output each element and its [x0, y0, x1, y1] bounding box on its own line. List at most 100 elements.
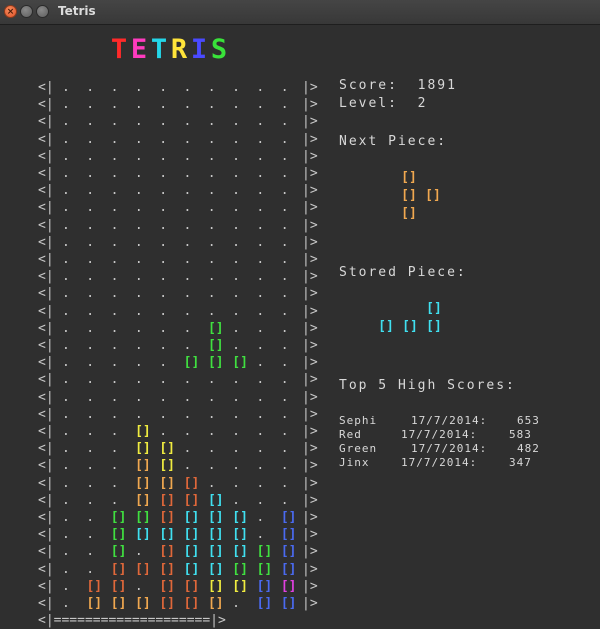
- board-block-cell: []: [159, 441, 176, 457]
- board-left-edge: <|: [38, 80, 54, 95]
- board-empty-cell: .: [280, 80, 289, 95]
- board-empty-cell: .: [207, 217, 216, 233]
- board-empty-cell: .: [256, 475, 265, 491]
- board-empty-cell: .: [256, 252, 265, 267]
- board-empty-cell: .: [207, 200, 216, 216]
- board-left-edge: <|: [38, 217, 54, 233]
- board-empty-cell: .: [86, 131, 95, 147]
- board-empty-cell: .: [280, 131, 289, 147]
- board-empty-cell: .: [280, 338, 289, 353]
- board-left-edge: <|: [38, 441, 54, 457]
- board-empty-cell: .: [256, 166, 265, 181]
- board-empty-cell: .: [86, 424, 95, 439]
- board-block-cell: []: [207, 492, 224, 508]
- board-empty-cell: .: [110, 80, 119, 95]
- board-block-cell: []: [183, 475, 200, 491]
- board-empty-cell: .: [86, 389, 95, 405]
- board-right-edge: |>: [302, 578, 318, 594]
- board-empty-cell: .: [207, 286, 216, 302]
- board-empty-cell: .: [280, 286, 289, 302]
- board-block-cell: []: [159, 458, 176, 474]
- board-left-edge: <|: [38, 338, 54, 353]
- board-empty-cell: .: [62, 510, 70, 525]
- maximize-icon[interactable]: [36, 5, 49, 18]
- board-empty-cell: .: [134, 200, 143, 216]
- board-empty-cell: .: [256, 286, 265, 302]
- board-empty-cell: .: [280, 355, 289, 371]
- level-value: 2: [417, 96, 428, 111]
- board-empty-cell: .: [62, 200, 70, 216]
- board-empty-cell: .: [62, 234, 70, 250]
- board-empty-cell: .: [62, 372, 70, 388]
- board-empty-cell: .: [280, 406, 289, 422]
- level-display: Level: 2: [339, 95, 427, 112]
- board-empty-cell: .: [86, 269, 95, 285]
- board-empty-cell: .: [159, 131, 168, 147]
- board-empty-cell: .: [110, 183, 119, 199]
- board-empty-cell: .: [256, 80, 265, 95]
- title-letter: S: [210, 34, 228, 65]
- board-empty-cell: .: [110, 389, 119, 405]
- board-empty-cell: .: [134, 183, 143, 199]
- board-empty-cell: .: [207, 269, 216, 285]
- board-empty-cell: .: [134, 131, 143, 147]
- board-empty-cell: .: [207, 234, 216, 250]
- board-empty-cell: .: [159, 234, 168, 250]
- board-empty-cell: .: [207, 372, 216, 388]
- board-left-edge: <|: [38, 252, 54, 267]
- board-empty-cell: .: [280, 372, 289, 388]
- board-empty-cell: .: [110, 166, 119, 181]
- board-empty-cell: .: [232, 389, 240, 405]
- board-empty-cell: .: [110, 320, 119, 336]
- board-empty-cell: .: [134, 338, 143, 353]
- board-left-edge: <|: [38, 114, 54, 130]
- board-empty-cell: .: [134, 372, 143, 388]
- high-score-name: Sephi: [339, 414, 378, 427]
- minimize-icon[interactable]: [20, 5, 33, 18]
- board-block-cell: []: [86, 578, 103, 594]
- board-empty-cell: .: [183, 424, 192, 439]
- board-block-cell: []: [159, 510, 176, 525]
- board-block-cell: []: [183, 527, 200, 543]
- board-empty-cell: .: [280, 269, 289, 285]
- piece-block: []: [401, 206, 417, 221]
- piece-block: []: [402, 319, 418, 334]
- board-empty-cell: .: [86, 458, 95, 474]
- board-empty-cell: .: [256, 148, 265, 164]
- board-empty-cell: .: [183, 97, 192, 113]
- board-empty-cell: .: [134, 114, 143, 130]
- high-score-name: Jinx: [339, 456, 370, 469]
- board-empty-cell: .: [86, 80, 95, 95]
- piece-block: []: [426, 301, 442, 316]
- board-empty-cell: .: [62, 286, 70, 302]
- board-empty-cell: .: [62, 166, 70, 181]
- board-empty-cell: .: [86, 475, 95, 491]
- board-empty-cell: .: [256, 441, 265, 457]
- board-block-cell: []: [135, 596, 151, 611]
- close-icon[interactable]: ×: [4, 5, 17, 18]
- board-empty-cell: .: [232, 424, 240, 439]
- board-block-cell: []: [232, 578, 248, 594]
- board-empty-cell: .: [86, 183, 95, 199]
- board-empty-cell: .: [134, 406, 143, 422]
- board-right-edge: |>: [302, 510, 318, 525]
- board-empty-cell: .: [62, 458, 70, 474]
- board-empty-cell: .: [207, 389, 216, 405]
- board-empty-cell: .: [62, 424, 70, 439]
- board-block-cell: []: [135, 458, 151, 474]
- high-score-date: 17/7/2014:: [411, 442, 488, 455]
- level-label: Level:: [339, 96, 398, 111]
- board-empty-cell: .: [86, 286, 95, 302]
- high-score-date: 17/7/2014:: [401, 428, 478, 441]
- board-left-edge: <|: [38, 303, 54, 319]
- board-block-cell: []: [207, 510, 224, 525]
- board-empty-cell: .: [134, 286, 143, 302]
- board-left-edge: <|: [38, 492, 54, 508]
- board-block-cell: []: [135, 561, 151, 577]
- board-empty-cell: .: [232, 372, 240, 388]
- board-block-cell: []: [159, 527, 176, 543]
- board-empty-cell: .: [86, 320, 95, 336]
- board-empty-cell: .: [86, 441, 95, 457]
- board-empty-cell: .: [110, 200, 119, 216]
- board-empty-cell: .: [86, 252, 95, 267]
